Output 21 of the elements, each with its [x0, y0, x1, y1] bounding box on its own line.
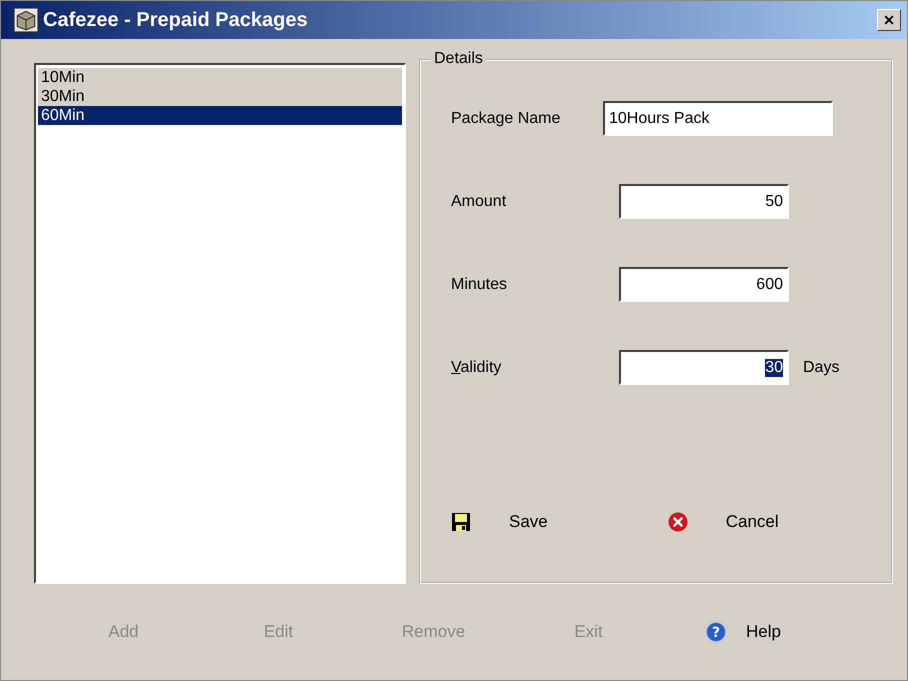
package-list[interactable]: 10Min 30Min 60Min [34, 63, 406, 584]
package-item[interactable]: 60Min [38, 106, 402, 125]
field-label: Amount [451, 192, 508, 210]
field-label: Validity [451, 358, 502, 376]
cancel-icon [668, 512, 688, 532]
package-item[interactable]: 10Min [38, 68, 402, 87]
action-button[interactable]: Cancel [668, 512, 779, 532]
close-button[interactable]: × [877, 9, 901, 31]
field-label: Package Name [451, 110, 562, 128]
input-field[interactable]: 30 [619, 350, 789, 385]
input-field[interactable]: 600 [619, 267, 789, 302]
action-button[interactable]: Save [451, 512, 548, 532]
dialog-button[interactable]: ? Help [706, 622, 781, 642]
input-field[interactable]: 50 [619, 184, 789, 219]
help-icon: ? [706, 622, 726, 642]
box-icon [13, 7, 39, 33]
window-title: Cafezee - Prepaid Packages [43, 8, 309, 32]
unit-label: Days [803, 358, 840, 376]
package-item[interactable]: 30Min [38, 87, 402, 106]
field-label: Minutes [451, 276, 508, 294]
input-field[interactable]: 10Hours Pack [603, 101, 833, 136]
